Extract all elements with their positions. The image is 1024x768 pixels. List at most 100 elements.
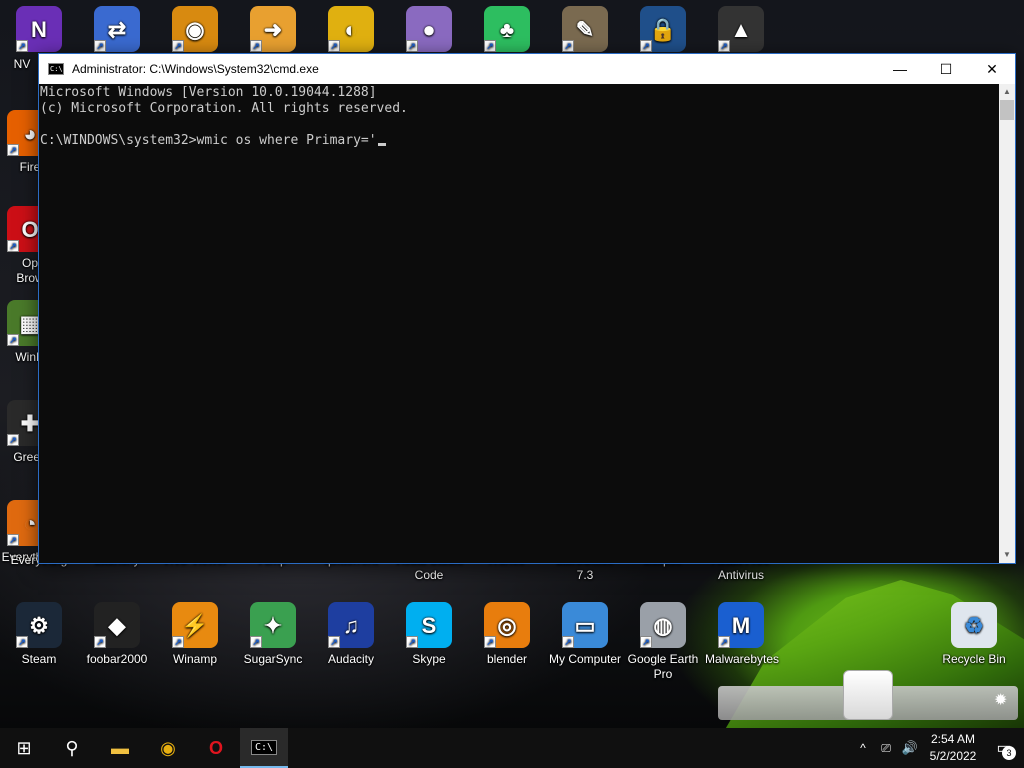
desktop-icon-label: Skype [412,652,446,666]
console-line: (c) Microsoft Corporation. All rights re… [40,101,408,116]
console-input-line[interactable]: C:\WINDOWS\system32>wmic os where Primar… [40,133,1000,149]
desktop-icon-label: SugarSync [243,652,303,666]
taskbar-opera[interactable]: O [192,728,240,768]
vertical-scrollbar[interactable]: ▲ ▼ [999,84,1015,563]
keepass-icon: 🔒 ↗ [640,6,686,52]
desktop-icon-evernote[interactable]: ♣ ↗ [471,6,543,56]
scroll-down-icon[interactable]: ▼ [999,547,1015,563]
search-button[interactable]: ⚲ [48,728,96,768]
system-tray: ^ ⎚ 🔊 2:54 AM 5/2/2022 ▭ 3 [852,728,1024,768]
desktop-icon-label: Malwarebytes [705,652,780,666]
console-input[interactable]: wmic os where Primary=' [197,133,377,148]
window-title: Administrator: C:\Windows\System32\cmd.e… [72,62,319,76]
desktop-icon-speedometer[interactable]: ◐ ↗ [315,6,387,56]
console-output[interactable]: Microsoft Windows [Version 10.0.19044.12… [39,84,1000,563]
text-cursor [377,143,386,146]
desktop-icon-eye[interactable]: ◉ ↗ [159,6,231,56]
shortcut-arrow-icon: ↗ [7,534,19,546]
malwarebytes-icon: M ↗ [718,602,764,648]
scroll-up-icon[interactable]: ▲ [999,84,1015,100]
windows-logo-icon: ⊞ [16,737,32,758]
desktop-icon-nv[interactable]: N ↗ [3,6,75,56]
window-titlebar[interactable]: C:\ Administrator: C:\Windows\System32\c… [39,54,1015,84]
cmd-app-icon: C:\ [48,63,64,75]
shortcut-arrow-icon: ↗ [328,636,340,648]
folder-icon: ▬ [111,737,129,758]
network-icon[interactable]: ⎚ [874,741,898,756]
shortcut-arrow-icon: ↗ [640,636,652,648]
desktop-icon-steam[interactable]: ⚙ ↗ Steam [3,602,75,667]
shortcut-arrow-icon: ↗ [7,240,19,252]
gear-icon[interactable]: ✹ [994,690,1007,710]
notification-count-badge: 3 [1002,746,1016,760]
desktop-icon-pidgin[interactable]: ● ↗ [393,6,465,56]
shortcut-arrow-icon: ↗ [94,636,106,648]
shortcut-arrow-icon: ↗ [718,636,730,648]
taskbar-cmd[interactable]: C:\ [240,728,288,768]
cmd-window[interactable]: C:\ Administrator: C:\Windows\System32\c… [38,53,1016,564]
maximize-button[interactable]: ☐ [923,54,969,84]
blender-icon: ◎ ↗ [484,602,530,648]
file-transfer-icon: ➜ ↗ [250,6,296,52]
desktop-icon-label: My Computer [549,652,622,666]
volume-icon[interactable]: 🔊 [898,740,922,756]
close-button[interactable]: ✕ [969,54,1015,84]
desktop-icon-label: foobar2000 [86,652,148,666]
desktop-icon-google-earth[interactable]: ◍ ↗ Google Earth Pro [627,602,699,682]
sugarsync-icon: ✦ ↗ [250,602,296,648]
desktop-icon-malwarebytes[interactable]: M ↗ Malwarebytes [705,602,780,667]
desktop-icon-audacity[interactable]: ♫ ↗ Audacity [315,602,387,667]
desktop-icon-keepass[interactable]: 🔒 ↗ [627,6,699,56]
notification-center-button[interactable]: ▭ 3 [984,738,1024,760]
taskbar-chrome[interactable]: ◉ [144,728,192,768]
desktop-icon-file-transfer[interactable]: ➜ ↗ [237,6,309,56]
console-line: Microsoft Windows [Version 10.0.19044.12… [40,85,377,100]
start-button[interactable]: ⊞ [0,728,48,768]
steam-icon: ⚙ ↗ [16,602,62,648]
eye-icon: ◉ ↗ [172,6,218,52]
shortcut-arrow-icon: ↗ [328,40,340,52]
desktop-icon-label: Audacity [327,652,375,666]
clock[interactable]: 2:54 AM 5/2/2022 [922,731,984,765]
desktop-icon-label: Steam [21,652,57,666]
desktop-icon-sugarsync[interactable]: ✦ ↗ SugarSync [237,602,309,667]
my-computer-icon: ▭ ↗ [562,602,608,648]
desktop-icon-recycle-bin[interactable]: ♻ Recycle Bin [938,602,1010,667]
desktop-icon-foobar2000[interactable]: ◆ ↗ foobar2000 [81,602,153,667]
shortcut-arrow-icon: ↗ [172,636,184,648]
desktop-icon-nv-label[interactable]: NV [2,57,42,72]
audacity-icon: ♫ ↗ [328,602,374,648]
skype-icon: S ↗ [406,602,452,648]
desktop-icon-gimp[interactable]: ✎ ↗ [549,6,621,56]
scrollbar-thumb[interactable] [1000,100,1014,120]
console-prompt: C:\WINDOWS\system32> [40,133,197,148]
pidgin-icon: ● ↗ [406,6,452,52]
volume-slider-thumb[interactable] [843,670,893,720]
minimize-button[interactable]: — [877,54,923,84]
desktop-icon-my-computer[interactable]: ▭ ↗ My Computer [549,602,621,667]
taskbar-file-explorer[interactable]: ▬ [96,728,144,768]
inkscape-icon: ▲ ↗ [718,6,764,52]
desktop-icon-label: Winamp [172,652,217,666]
desktop-icon-network[interactable]: ⇄ ↗ [81,6,153,56]
shortcut-arrow-icon: ↗ [16,636,28,648]
gimp-icon: ✎ ↗ [562,6,608,52]
chevron-up-icon[interactable]: ^ [852,741,874,755]
shortcut-arrow-icon: ↗ [718,40,730,52]
shortcut-arrow-icon: ↗ [562,636,574,648]
desktop-icon-blender[interactable]: ◎ ↗ blender [471,602,543,667]
winamp-icon: ⚡ ↗ [172,602,218,648]
shortcut-arrow-icon: ↗ [406,636,418,648]
desktop-icon-inkscape[interactable]: ▲ ↗ [705,6,777,56]
shortcut-arrow-icon: ↗ [250,636,262,648]
desktop-icon-winamp[interactable]: ⚡ ↗ Winamp [159,602,231,667]
shortcut-arrow-icon: ↗ [484,636,496,648]
desktop-icon-skype[interactable]: S ↗ Skype [393,602,465,667]
recycle-bin-icon: ♻ [951,602,997,648]
taskbar: ⊞ ⚲ ▬ ◉ O C:\ ^ ⎚ 🔊 2:54 AM 5/2/2022 ▭ 3 [0,728,1024,768]
clock-date: 5/2/2022 [929,749,977,763]
shortcut-arrow-icon: ↗ [640,40,652,52]
opera-icon: O [208,737,223,758]
cmd-icon: C:\ [250,739,278,755]
